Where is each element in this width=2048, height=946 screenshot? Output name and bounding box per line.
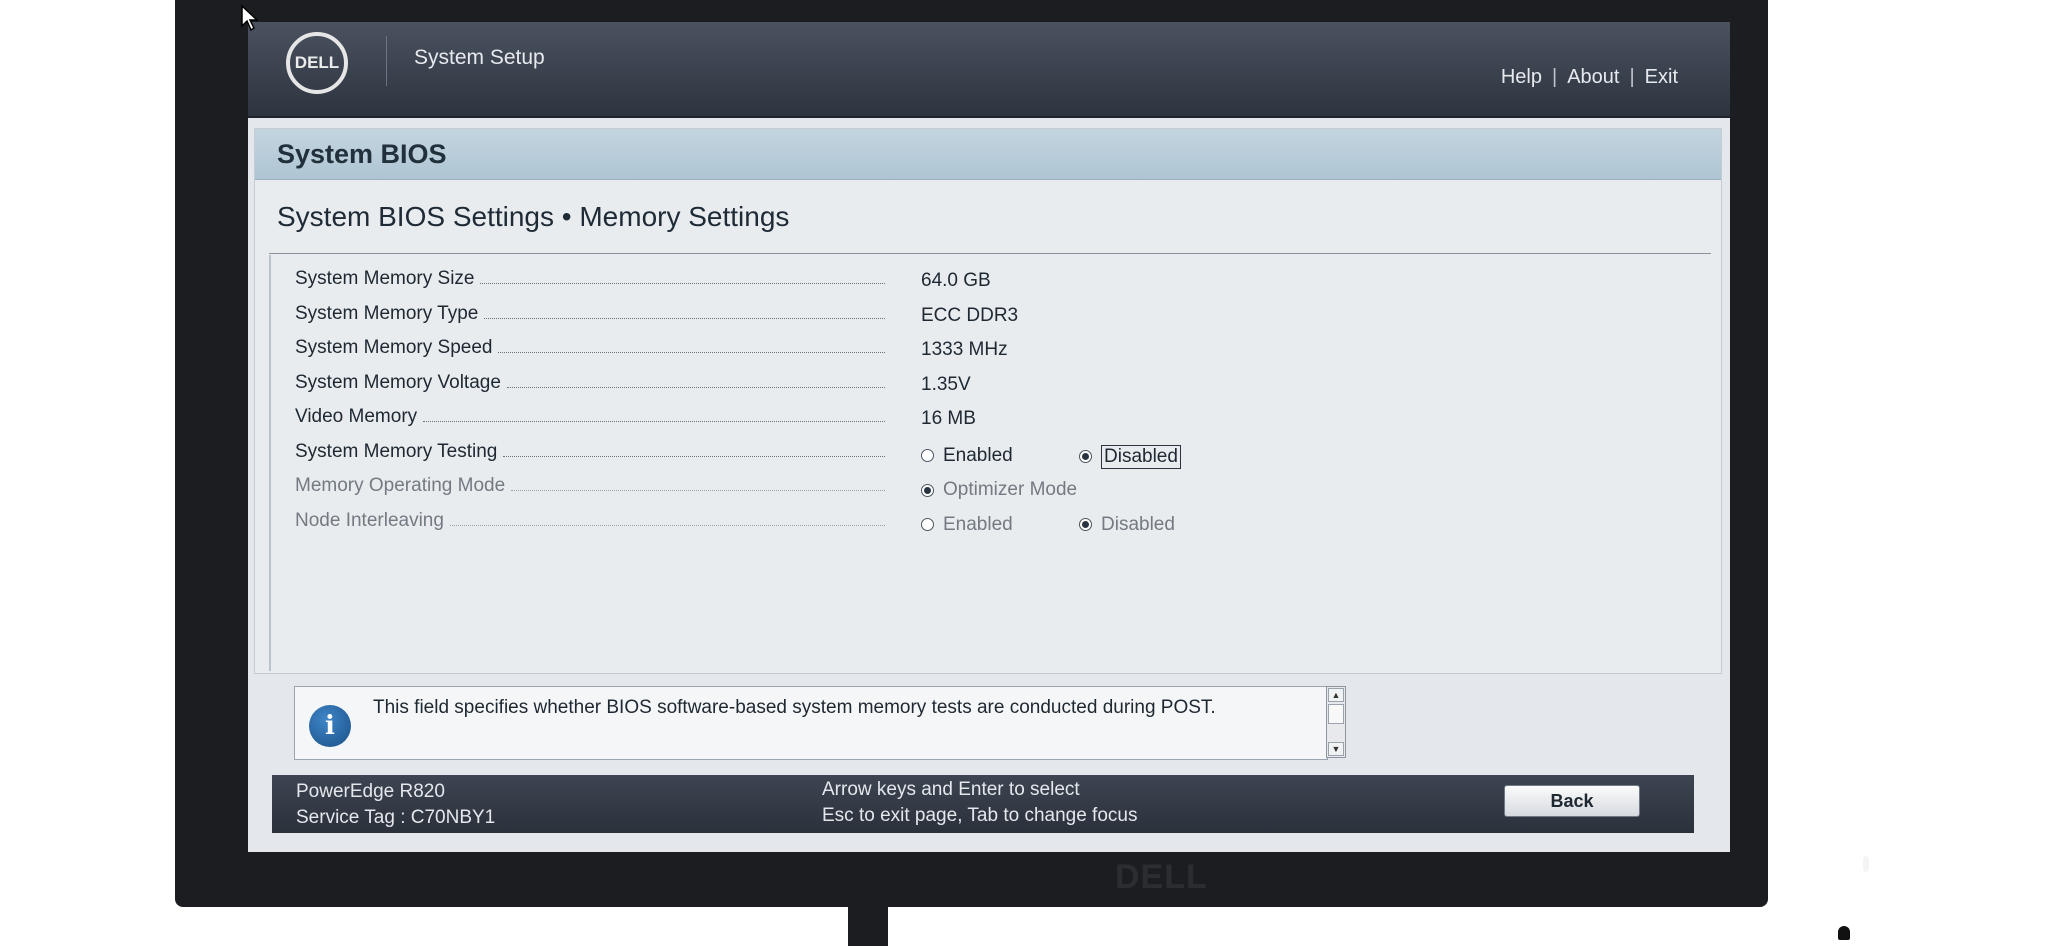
info-icon: i [309, 705, 351, 747]
setting-row-memory-type: System Memory Type ECC DDR3 [295, 298, 1701, 333]
top-nav: Help | About | Exit [1501, 66, 1678, 89]
radio-empty-icon [921, 449, 934, 462]
setting-value: 1333 MHz [921, 339, 1008, 360]
setting-row-memory-testing: System Memory Testing Enabled Disabled [295, 436, 1701, 471]
leader-dots [503, 455, 885, 457]
setting-value: 1.35V [921, 373, 971, 395]
bios-screen: DELL System Setup Help | About | Exit Sy… [248, 22, 1730, 852]
setting-row-memory-speed: System Memory Speed 1333 MHz [295, 332, 1701, 367]
setting-row-memory-voltage: System Memory Voltage 1.35V [295, 367, 1701, 402]
setting-label: Video Memory [295, 406, 418, 427]
memory-testing-disabled-radio[interactable]: Disabled [1079, 444, 1181, 469]
scroll-thumb[interactable] [1328, 704, 1344, 724]
section-title: System BIOS [277, 139, 447, 169]
monitor-stand [848, 900, 888, 946]
app-title: System Setup [414, 46, 545, 69]
setting-label: Node Interleaving [295, 509, 444, 531]
leader-dots [449, 524, 885, 526]
dell-logo: DELL [286, 32, 348, 94]
leader-dots [511, 490, 885, 491]
system-model: PowerEdge R820 [296, 781, 445, 802]
about-link[interactable]: About [1567, 66, 1619, 89]
setting-label: System Memory Size [295, 268, 475, 289]
setting-row-video-memory: Video Memory 16 MB [295, 401, 1701, 436]
leader-dots [484, 317, 885, 319]
leader-dots [423, 421, 885, 422]
radio-empty-icon [921, 518, 934, 531]
setting-row-memory-size: System Memory Size 64.0 GB [295, 263, 1701, 298]
exit-link[interactable]: Exit [1645, 66, 1678, 89]
help-link[interactable]: Help [1501, 66, 1542, 89]
key-hint-exit: Esc to exit page, Tab to change focus [822, 805, 1138, 826]
setting-label: System Memory Speed [295, 337, 493, 358]
section-header: System BIOS [255, 129, 1721, 180]
service-tag: Service Tag : C70NBY1 [296, 807, 496, 828]
settings-panel: System BIOS System BIOS Settings • Memor… [254, 128, 1722, 674]
setting-row-node-interleaving: Node Interleaving Enabled Disabled [295, 505, 1701, 540]
setting-label: System Memory Testing [295, 440, 498, 462]
top-bar: DELL System Setup Help | About | Exit [248, 22, 1730, 118]
cable-plug [1838, 926, 1850, 940]
leader-dots [498, 352, 885, 353]
radio-selected-icon [921, 483, 934, 497]
setting-label: Memory Operating Mode [295, 475, 506, 496]
radio-selected-icon [1079, 518, 1092, 531]
nav-separator: | [1629, 66, 1635, 88]
scroll-down-arrow-icon[interactable]: ▼ [1328, 742, 1344, 756]
leader-dots [480, 283, 885, 284]
settings-list: System Memory Size 64.0 GB System Memory… [295, 263, 1701, 539]
memory-testing-enabled-radio[interactable]: Enabled [921, 445, 1013, 467]
setting-label: System Memory Type [295, 302, 479, 324]
setting-value: ECC DDR3 [921, 304, 1019, 326]
footer-bar: PowerEdge R820 Service Tag : C70NBY1 Arr… [272, 775, 1694, 833]
setting-value: 64.0 GB [921, 270, 991, 291]
subtitle-divider [269, 253, 1711, 254]
monitor-brand-logo: DELL [1115, 858, 1208, 896]
power-led [1863, 856, 1869, 872]
help-text: This field specifies whether BIOS softwa… [373, 697, 1216, 718]
topbar-divider [386, 36, 387, 86]
panel-left-rule [269, 255, 271, 671]
setting-row-memory-operating-mode: Memory Operating Mode Optimizer Mode [295, 470, 1701, 505]
mouse-cursor-icon [241, 4, 259, 32]
back-button[interactable]: Back [1504, 785, 1640, 817]
optimizer-mode-radio: Optimizer Mode [921, 479, 1077, 501]
setting-label: System Memory Voltage [295, 371, 501, 393]
scroll-up-arrow-icon[interactable]: ▲ [1328, 688, 1344, 702]
radio-selected-icon [1079, 450, 1092, 463]
key-hint-select: Arrow keys and Enter to select [822, 779, 1080, 800]
page-subtitle: System BIOS Settings • Memory Settings [277, 201, 790, 232]
node-interleaving-disabled-radio: Disabled [1079, 514, 1175, 536]
node-interleaving-enabled-radio: Enabled [921, 514, 1013, 536]
help-scrollbar[interactable]: ▲ ▼ [1326, 686, 1346, 758]
setting-value: 16 MB [921, 408, 976, 429]
leader-dots [506, 386, 885, 388]
nav-separator: | [1551, 66, 1558, 88]
help-box: i This field specifies whether BIOS soft… [294, 686, 1328, 760]
